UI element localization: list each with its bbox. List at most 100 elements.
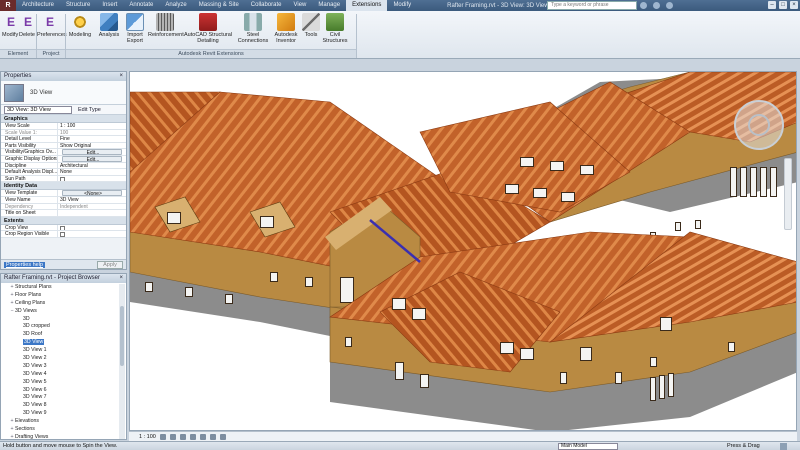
tab-annotate[interactable]: Annotate	[123, 0, 159, 11]
property-value[interactable]	[58, 210, 126, 216]
browser-item[interactable]: 3D View 3	[1, 363, 119, 371]
edit-type-button[interactable]: Edit Type	[78, 107, 101, 113]
browser-item[interactable]: +Floor Plans	[1, 292, 119, 300]
tab-manage[interactable]: Manage	[312, 0, 346, 11]
tab-extensions[interactable]: Extensions	[346, 0, 388, 11]
active-model-select[interactable]: Main Model	[558, 443, 618, 450]
status-bar: Hold button and move mouse to Spin the V…	[0, 441, 800, 450]
preferences-button[interactable]: E Preferences	[37, 13, 67, 38]
minimize-button[interactable]: –	[768, 1, 776, 9]
browser-scrollbar[interactable]	[119, 284, 125, 439]
property-value[interactable]: Architectural	[58, 163, 126, 169]
browser-item[interactable]: +Structural Plans	[1, 284, 119, 292]
browser-item[interactable]: +Sections	[1, 426, 119, 434]
property-value[interactable]: Fine	[58, 136, 126, 142]
3d-viewport[interactable]	[129, 71, 797, 431]
tab-view[interactable]: View	[287, 0, 312, 11]
detail-level-icon[interactable]	[159, 433, 166, 440]
property-edit-button[interactable]: Edit...	[62, 155, 122, 162]
maximize-button[interactable]: □	[779, 1, 787, 9]
tools-button[interactable]: Tools	[302, 13, 320, 38]
visual-style-icon[interactable]	[169, 433, 176, 440]
viewcube-center[interactable]	[748, 114, 770, 136]
browser-item[interactable]: 3D View 1	[1, 347, 119, 355]
viewcube-icon[interactable]	[734, 100, 784, 150]
render-icon[interactable]	[199, 433, 206, 440]
browser-item[interactable]: 3D View 4	[1, 371, 119, 379]
browser-item[interactable]: 3D	[1, 316, 119, 324]
3d-model-canvas[interactable]	[130, 72, 797, 431]
browser-item[interactable]: +Drafting Views	[1, 434, 119, 439]
property-value: 100	[60, 129, 69, 136]
close-icon[interactable]: ×	[119, 72, 123, 81]
browser-item[interactable]: +Ceiling Plans	[1, 300, 119, 308]
browser-item[interactable]: 3D View 2	[1, 355, 119, 363]
tab-modify[interactable]: Modify	[387, 0, 417, 11]
property-edit-button[interactable]: <None>	[62, 190, 122, 196]
import-export-button[interactable]: Import Export	[124, 13, 146, 44]
browser-item[interactable]: 3D View 7	[1, 394, 119, 402]
autodesk-inventor-button[interactable]: Autodesk Inventor	[272, 13, 300, 44]
view-instance-select[interactable]: 3D View: 3D View	[4, 105, 72, 114]
tab-structure[interactable]: Structure	[60, 0, 96, 11]
modeling-button[interactable]: Modeling	[66, 13, 94, 38]
tab-massing-site[interactable]: Massing & Site	[193, 0, 245, 11]
type-selector[interactable]: 3D View	[1, 81, 126, 105]
property-value[interactable]: 3D View	[58, 197, 126, 203]
delete-button[interactable]: E Delete	[19, 13, 35, 38]
property-group-header[interactable]: Graphics	[1, 115, 126, 123]
browser-item[interactable]: 3D cropped	[1, 323, 119, 331]
browser-item[interactable]: +Elevations	[1, 418, 119, 426]
property-checkbox[interactable]	[60, 176, 65, 182]
modify-button[interactable]: E Modify	[2, 13, 18, 38]
crop-view-icon[interactable]	[209, 433, 216, 440]
filter-icon[interactable]	[780, 443, 787, 450]
binoculars-icon[interactable]	[640, 2, 647, 9]
browser-item[interactable]: 3D View 9	[1, 410, 119, 418]
navigation-bar[interactable]	[784, 158, 792, 230]
close-button[interactable]: ×	[790, 1, 798, 9]
scrollbar-thumb[interactable]	[120, 306, 124, 366]
browser-item[interactable]: 3D View	[1, 339, 119, 347]
browser-item[interactable]: 3D View 5	[1, 379, 119, 387]
property-edit-button[interactable]: Edit...	[62, 149, 122, 155]
browser-item[interactable]: 3D Roof	[1, 331, 119, 339]
search-input[interactable]: Type a keyword or phrase	[547, 1, 637, 10]
view-scale-label[interactable]: 1 : 100	[139, 434, 156, 440]
steel-connections-button[interactable]: Steel Connections	[236, 13, 270, 44]
tools-icon	[302, 13, 320, 31]
help-icon[interactable]	[666, 2, 673, 9]
reinforcement-button[interactable]: Reinforcement	[148, 13, 184, 38]
property-value[interactable]: None	[58, 169, 126, 175]
star-icon[interactable]	[653, 2, 660, 9]
tab-collaborate[interactable]: Collaborate	[245, 0, 288, 11]
press-drag-toggle[interactable]: Press & Drag	[727, 442, 760, 450]
tab-insert[interactable]: Insert	[96, 0, 123, 11]
analysis-button[interactable]: Analysis	[97, 13, 121, 38]
autocad-structural-detailing-button[interactable]: AutoCAD Structural Detailing	[184, 13, 232, 44]
property-value[interactable]	[58, 231, 126, 237]
browser-item[interactable]: −3D Views	[1, 308, 119, 316]
civil-structures-button[interactable]: Civil Structures	[322, 13, 348, 44]
sun-path-icon[interactable]	[179, 433, 186, 440]
property-value[interactable]	[58, 176, 126, 182]
property-value[interactable]	[58, 225, 126, 231]
tab-architecture[interactable]: Architecture	[16, 0, 60, 11]
properties-help-link[interactable]: Properties help	[4, 262, 45, 268]
property-group-header[interactable]: Identity Data	[1, 182, 126, 191]
browser-item[interactable]: 3D View 8	[1, 402, 119, 410]
shadows-icon[interactable]	[189, 433, 196, 440]
app-menu-button[interactable]: R	[0, 0, 16, 11]
property-value[interactable]: Show Original	[58, 143, 126, 149]
property-value[interactable]: 1 : 100	[58, 123, 126, 129]
browser-item[interactable]: 3D View 6	[1, 387, 119, 395]
property-group-header[interactable]: Extents	[1, 216, 126, 225]
properties-grid: Graphics View Scale 1 : 100 Scale Value 1: 1…	[1, 115, 126, 238]
property-name: Default Analysis Displ...	[1, 169, 58, 175]
tab-analyze[interactable]: Analyze	[159, 0, 192, 11]
property-checkbox[interactable]	[60, 232, 65, 237]
apply-button[interactable]: Apply	[97, 261, 123, 269]
close-icon[interactable]: ×	[119, 274, 123, 283]
lock-view-icon[interactable]	[219, 433, 226, 440]
property-checkbox[interactable]	[60, 225, 65, 231]
